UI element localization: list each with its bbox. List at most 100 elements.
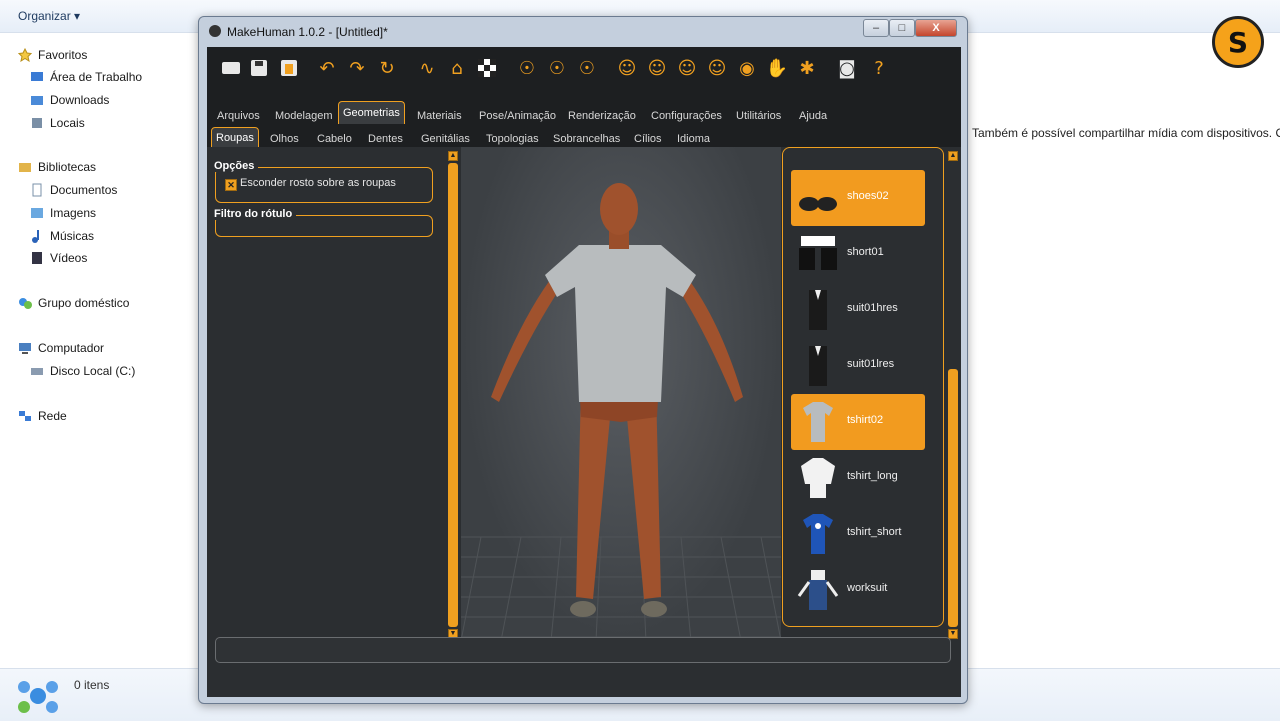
hide-face-checkbox[interactable]: ✕: [225, 179, 237, 191]
subtab-cabelo[interactable]: Cabelo: [313, 129, 356, 149]
subtab-genitalias[interactable]: Genitálias: [417, 129, 474, 149]
right-scroll-up[interactable]: ▲: [948, 151, 958, 161]
nav-computer[interactable]: Computador: [18, 341, 104, 355]
subtab-sobrancelhas[interactable]: Sobrancelhas: [549, 129, 624, 149]
list-item-label: suit01lres: [847, 358, 895, 370]
nav-libraries[interactable]: Bibliotecas: [18, 160, 96, 174]
nav-documents-label: Documentos: [50, 183, 118, 197]
nav-desktop[interactable]: Área de Trabalho: [30, 70, 142, 84]
nav-downloads[interactable]: Downloads: [30, 93, 109, 107]
nav-network[interactable]: Rede: [18, 409, 67, 423]
front-view-icon[interactable]: ☺: [615, 56, 639, 80]
list-item-short01[interactable]: short01: [791, 226, 925, 282]
nav-local-disk[interactable]: Disco Local (C:): [30, 364, 135, 378]
list-item-label: shoes02: [847, 190, 889, 202]
downloads-icon: [30, 93, 44, 107]
window-titlebar[interactable]: MakeHuman 1.0.2 - [Untitled]* – □ X: [199, 17, 967, 47]
list-item-label: tshirt_short: [847, 526, 902, 538]
reset-icon[interactable]: ↻: [375, 56, 399, 80]
list-item-label: short01: [847, 246, 884, 258]
worksuit-thumbnail: [797, 570, 839, 610]
window-title: MakeHuman 1.0.2 - [Untitled]*: [227, 25, 388, 39]
reset-camera-icon[interactable]: ✱: [795, 56, 819, 80]
shoes-thumbnail: [799, 197, 837, 211]
top-view-icon[interactable]: ◉: [735, 56, 759, 80]
tab-arquivos[interactable]: Arquivos: [213, 105, 264, 127]
list-item-label: worksuit: [847, 582, 888, 594]
nav-homegroup[interactable]: Grupo doméstico: [18, 296, 129, 310]
close-button[interactable]: X: [915, 19, 957, 37]
skeleton-icon[interactable]: ☉: [545, 56, 569, 80]
clothes-list: shoes02 short01 suit01hres suit01lres ts…: [782, 147, 944, 627]
nav-videos-label: Vídeos: [50, 251, 88, 265]
subtab-topologias[interactable]: Topologias: [482, 129, 543, 149]
makehuman-window: MakeHuman 1.0.2 - [Untitled]* – □ X ↶ ↷ …: [198, 16, 968, 704]
list-item-worksuit[interactable]: worksuit: [791, 562, 925, 618]
help-icon[interactable]: ?: [867, 56, 891, 80]
nav-local-disk-label: Disco Local (C:): [50, 364, 136, 378]
documents-icon: [30, 183, 44, 197]
nav-libraries-label: Bibliotecas: [38, 160, 97, 174]
export-icon[interactable]: [277, 56, 301, 80]
list-item-shoes02[interactable]: shoes02: [791, 170, 925, 226]
tab-materiais[interactable]: Materiais: [413, 105, 466, 127]
list-item-tshirt-short[interactable]: tshirt_short: [791, 506, 925, 562]
new-icon[interactable]: [219, 56, 243, 80]
tab-geometrias[interactable]: Geometrias: [338, 101, 405, 124]
tab-ajuda[interactable]: Ajuda: [795, 105, 831, 127]
redo-icon[interactable]: ↷: [345, 56, 369, 80]
subtab-roupas[interactable]: Roupas: [211, 127, 259, 149]
smooth-icon[interactable]: ∿: [415, 56, 439, 80]
tab-pose-animacao[interactable]: Pose/Animação: [475, 105, 560, 127]
wireframe-icon[interactable]: ⌂: [445, 56, 469, 80]
nav-favorites[interactable]: Favoritos: [17, 47, 87, 63]
images-icon: [30, 206, 44, 220]
nav-music-label: Músicas: [50, 229, 95, 243]
save-icon[interactable]: [247, 56, 271, 80]
3d-viewport[interactable]: [461, 147, 781, 641]
subtab-cilios[interactable]: Cílios: [630, 129, 666, 149]
subtab-dentes[interactable]: Dentes: [364, 129, 407, 149]
network-share-icon: [18, 681, 58, 713]
nav-images[interactable]: Imagens: [30, 206, 96, 220]
tab-utilitarios[interactable]: Utilitários: [732, 105, 785, 127]
star-icon: [17, 47, 33, 63]
organize-menu[interactable]: Organizar ▾: [18, 9, 80, 23]
channel-logo: S: [1212, 16, 1264, 68]
homegroup-icon: [18, 296, 32, 310]
screenshot-icon[interactable]: ◙: [835, 56, 859, 80]
tab-modelagem[interactable]: Modelagem: [271, 105, 336, 127]
left-scrollbar[interactable]: [448, 163, 458, 627]
list-item-suit01hres[interactable]: suit01hres: [791, 282, 925, 338]
tab-configuracoes[interactable]: Configurações: [647, 105, 726, 127]
media-sharing-text: Também é possível compartilhar mídia com…: [972, 126, 1280, 140]
left-scroll-up[interactable]: ▲: [448, 151, 458, 161]
right-scrollbar[interactable]: [948, 369, 958, 627]
list-item-tshirt02[interactable]: tshirt02: [791, 394, 925, 450]
symmetry-icon[interactable]: ☉: [575, 56, 599, 80]
minimize-button[interactable]: –: [863, 19, 889, 37]
nav-homegroup-label: Grupo doméstico: [38, 296, 130, 310]
maximize-button[interactable]: □: [889, 19, 915, 37]
logo-letter: S: [1227, 25, 1249, 59]
network-icon: [18, 409, 32, 423]
list-item-suit01lres[interactable]: suit01lres: [791, 338, 925, 394]
bottom-view-icon[interactable]: ✋: [765, 56, 789, 80]
nav-videos[interactable]: Vídeos: [30, 251, 87, 265]
nav-places[interactable]: Locais: [30, 116, 85, 130]
pose-icon[interactable]: ☉: [515, 56, 539, 80]
list-item-tshirt-long[interactable]: tshirt_long: [791, 450, 925, 506]
suit-thumbnail: [809, 290, 827, 330]
makehuman-app-icon: [209, 25, 221, 37]
right-view-icon[interactable]: ☺: [705, 56, 729, 80]
tab-renderizacao[interactable]: Renderização: [564, 105, 640, 127]
undo-icon[interactable]: ↶: [315, 56, 339, 80]
left-view-icon[interactable]: ☺: [675, 56, 699, 80]
nav-places-label: Locais: [50, 116, 85, 130]
nav-music[interactable]: Músicas: [30, 229, 94, 243]
background-icon[interactable]: [475, 56, 499, 80]
subtab-idioma[interactable]: Idioma: [673, 129, 714, 149]
subtab-olhos[interactable]: Olhos: [266, 129, 303, 149]
nav-documents[interactable]: Documentos: [30, 183, 117, 197]
back-view-icon[interactable]: ☺: [645, 56, 669, 80]
